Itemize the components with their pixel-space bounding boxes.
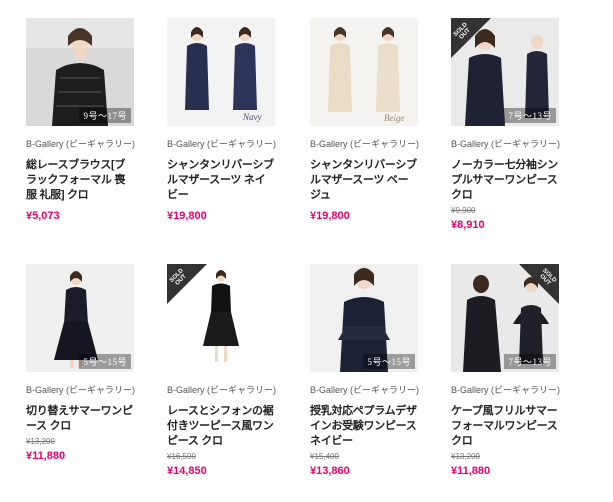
product-image[interactable]: Beige bbox=[310, 18, 418, 126]
product-card[interactable]: 5号～15号 B-Gallery (ビーギャラリー) 授乳対応ペプラムデザインお… bbox=[310, 264, 420, 478]
size-range-label: 5号～15号 bbox=[363, 354, 415, 369]
product-card[interactable]: 5号～15号 B-Gallery (ビーギャラリー) 切り替えサマーワンピース … bbox=[26, 264, 136, 463]
size-range-label: 9号～17号 bbox=[79, 108, 131, 123]
brand-name: B-Gallery (ビーギャラリー) bbox=[26, 139, 136, 149]
beige-suit-photo: Beige bbox=[310, 18, 418, 126]
product-card[interactable]: Navy B-Gallery (ビーギャラリー) シャンタンリバーシブルマザース… bbox=[167, 18, 277, 223]
brand-name: B-Gallery (ビーギャラリー) bbox=[310, 385, 420, 395]
product-price: ¥11,880 bbox=[26, 450, 66, 462]
product-price: ¥13,860 bbox=[310, 465, 350, 477]
product-name[interactable]: シャンタンリバーシブルマザースーツ ベージュ bbox=[310, 158, 418, 203]
sold-out-badge: SOLD OUT bbox=[167, 264, 207, 304]
product-card[interactable]: Beige B-Gallery (ビーギャラリー) シャンタンリバーシブルマザー… bbox=[310, 18, 420, 223]
product-name[interactable]: シャンタンリバーシブルマザースーツ ネイビー bbox=[167, 158, 275, 203]
product-image[interactable]: SOLD OUT bbox=[167, 264, 275, 372]
size-range-label: 7号～13号 bbox=[504, 108, 556, 123]
product-price: ¥11,880 bbox=[451, 465, 491, 477]
product-price: ¥5,073 bbox=[26, 210, 60, 222]
product-card[interactable]: 9号～17号 B-Gallery (ビーギャラリー) 総レースブラウス[ブラック… bbox=[26, 18, 136, 223]
brand-name: B-Gallery (ビーギャラリー) bbox=[167, 139, 277, 149]
sold-out-badge: SOLD OUT bbox=[451, 18, 491, 58]
original-price: ¥16,500 bbox=[167, 452, 196, 461]
product-image[interactable]: 5号～15号 bbox=[310, 264, 418, 372]
product-price: ¥19,800 bbox=[167, 210, 207, 222]
product-name[interactable]: ノーカラー七分袖シンプルサマーワンピース クロ bbox=[451, 158, 559, 203]
product-price: ¥14,850 bbox=[167, 465, 207, 477]
svg-text:Navy: Navy bbox=[242, 112, 262, 122]
product-image[interactable]: Navy bbox=[167, 18, 275, 126]
product-name[interactable]: レースとシフォンの裾付きツーピース風ワンピース クロ bbox=[167, 404, 275, 449]
brand-name: B-Gallery (ビーギャラリー) bbox=[451, 139, 561, 149]
product-image[interactable]: 7号～13号 SOLD OUT bbox=[451, 264, 559, 372]
sold-out-badge: SOLD OUT bbox=[519, 264, 559, 304]
product-image[interactable]: 9号～17号 bbox=[26, 18, 134, 126]
product-image[interactable]: 7号～13号 SOLD OUT bbox=[451, 18, 559, 126]
product-card[interactable]: 7号～13号 SOLD OUT B-Gallery (ビーギャラリー) ケープ風… bbox=[451, 264, 561, 478]
product-name[interactable]: ケープ風フリルサマーフォーマルワンピース クロ bbox=[451, 404, 559, 449]
size-range-label: 7号～13号 bbox=[504, 354, 556, 369]
original-price: ¥13,200 bbox=[451, 452, 480, 461]
original-price: ¥15,400 bbox=[310, 452, 339, 461]
product-name[interactable]: 切り替えサマーワンピース クロ bbox=[26, 404, 134, 434]
product-price: ¥19,800 bbox=[310, 210, 350, 222]
navy-suit-photo: Navy bbox=[167, 18, 275, 126]
product-name[interactable]: 総レースブラウス[ブラックフォーマル 喪服 礼服] クロ bbox=[26, 158, 134, 203]
brand-name: B-Gallery (ビーギャラリー) bbox=[26, 385, 136, 395]
brand-name: B-Gallery (ビーギャラリー) bbox=[310, 139, 420, 149]
size-range-label: 5号～15号 bbox=[79, 354, 131, 369]
svg-text:Beige: Beige bbox=[384, 113, 405, 123]
product-card[interactable]: 7号～13号 SOLD OUT B-Gallery (ビーギャラリー) ノーカラ… bbox=[451, 18, 561, 232]
brand-name: B-Gallery (ビーギャラリー) bbox=[451, 385, 561, 395]
brand-name: B-Gallery (ビーギャラリー) bbox=[167, 385, 277, 395]
product-price: ¥8,910 bbox=[451, 219, 485, 231]
product-image[interactable]: 5号～15号 bbox=[26, 264, 134, 372]
original-price: ¥9,900 bbox=[451, 206, 476, 215]
original-price: ¥13,200 bbox=[26, 437, 55, 446]
product-card[interactable]: SOLD OUT B-Gallery (ビーギャラリー) レースとシフォンの裾付… bbox=[167, 264, 277, 478]
product-name[interactable]: 授乳対応ペプラムデザインお受験ワンピース ネイビー bbox=[310, 404, 418, 449]
